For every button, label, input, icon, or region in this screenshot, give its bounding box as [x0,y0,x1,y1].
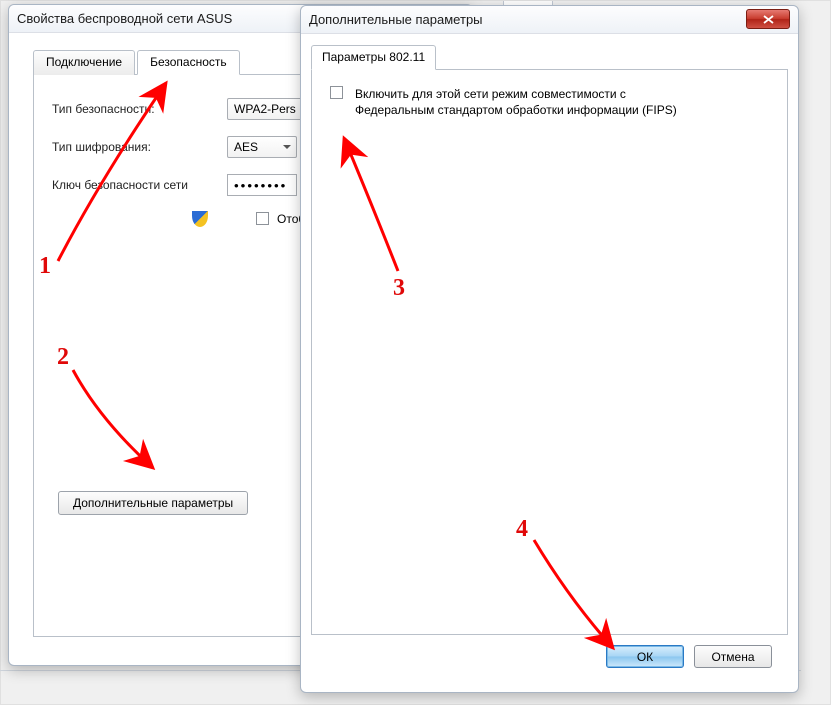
window-title: Свойства беспроводной сети ASUS [17,11,232,26]
advanced-settings-button[interactable]: Дополнительные параметры [58,491,248,515]
encryption-type-value: AES [234,140,258,154]
tab-80211[interactable]: Параметры 802.11 [311,45,436,70]
close-icon [763,15,774,24]
tab-connection[interactable]: Подключение [33,50,135,75]
network-key-input[interactable] [227,174,297,196]
fips-label-line1: Включить для этой сети режим совместимос… [355,86,677,102]
fips-label-line2: Федеральным стандартом обработки информа… [355,102,677,118]
tab-strip: Параметры 802.11 [311,44,788,70]
network-key-label: Ключ безопасности сети [52,178,227,192]
tab-security[interactable]: Безопасность [137,50,240,75]
annotation-number-3: 3 [393,275,405,302]
security-type-value: WPA2-Pers [234,102,296,116]
fips-checkbox[interactable] [330,86,343,99]
cancel-button[interactable]: Отмена [694,645,772,668]
annotation-number-1: 1 [39,253,51,280]
titlebar[interactable]: Дополнительные параметры [301,6,798,34]
annotation-number-4: 4 [516,516,528,543]
window-title: Дополнительные параметры [309,12,483,27]
ok-button[interactable]: ОК [606,645,684,668]
encryption-type-combo[interactable]: AES [227,136,297,158]
annotation-number-2: 2 [57,344,69,371]
tab-body-80211: Включить для этой сети режим совместимос… [311,70,788,635]
close-button[interactable] [746,9,790,29]
advanced-settings-window: Дополнительные параметры Параметры 802.1… [300,5,799,693]
show-characters-checkbox[interactable] [256,212,269,225]
security-type-label: Тип безопасности: [52,102,227,116]
dialog-buttons: ОК Отмена [311,635,788,682]
shield-icon [192,211,208,227]
encryption-type-label: Тип шифрования: [52,140,227,154]
